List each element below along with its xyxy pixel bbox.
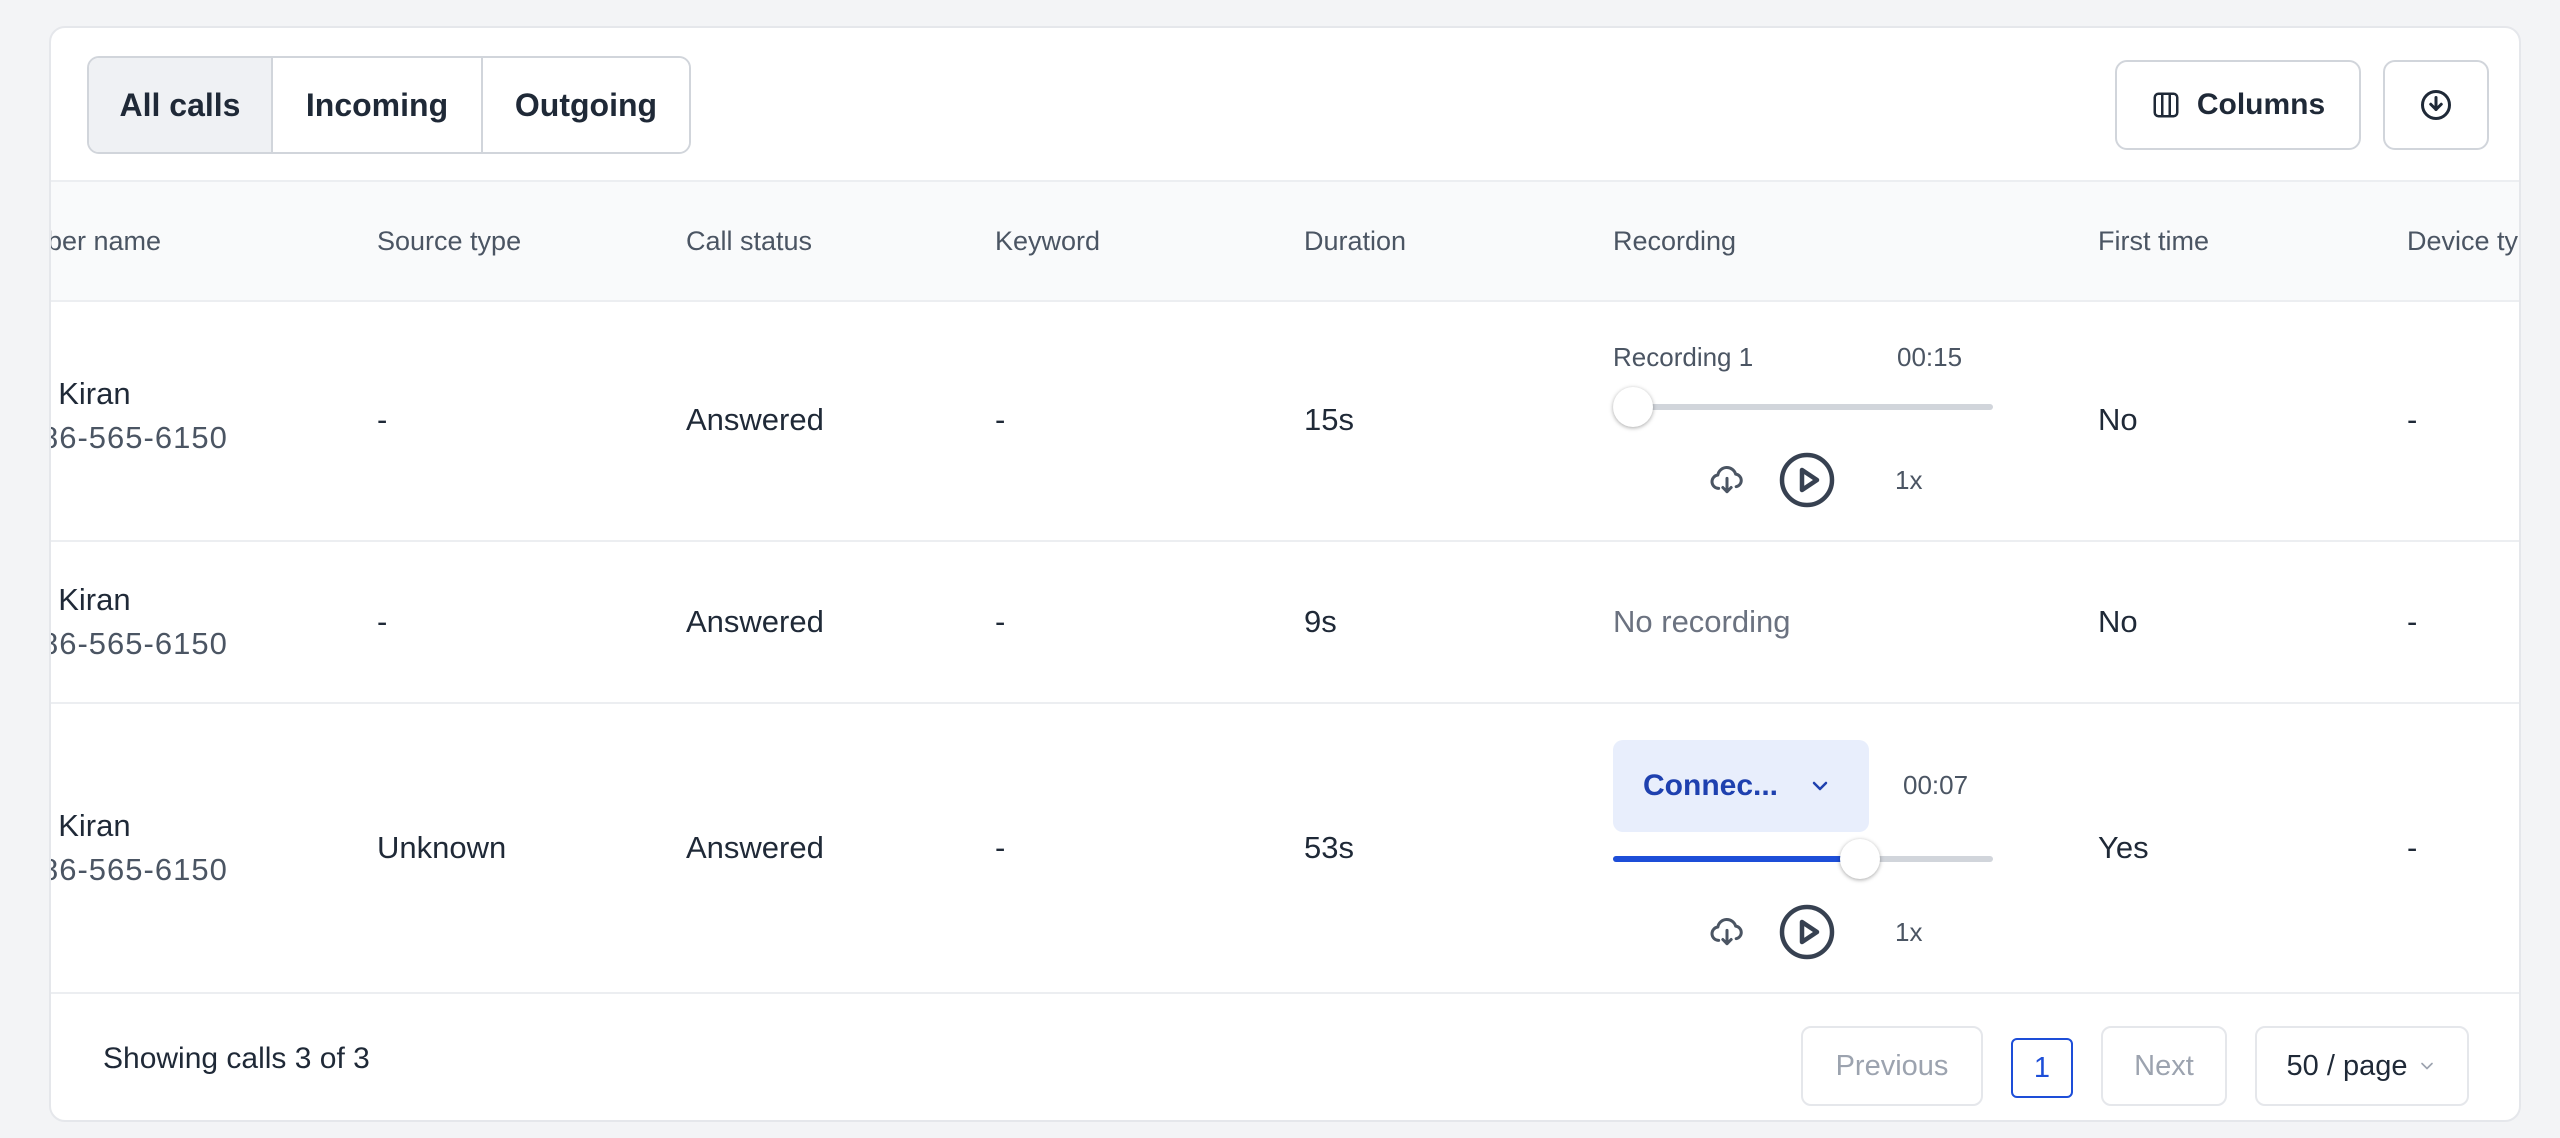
caller-cell: : Kiran 86-565-6150 [49, 578, 228, 666]
caller-phone: 86-565-6150 [49, 626, 228, 661]
calls-card: All calls Incoming Outgoing Columns ber … [49, 26, 2521, 1122]
playback-controls: 1x [1707, 902, 1922, 962]
page-number-button[interactable]: 1 [2011, 1038, 2073, 1098]
table-footer: Showing calls 3 of 3 Previous 1 Next 50 … [51, 994, 2519, 1120]
columns-button[interactable]: Columns [2115, 60, 2361, 150]
duration-cell: 9s [1304, 604, 1337, 639]
keyword-cell: - [995, 402, 1006, 437]
call-filter-tabs: All calls Incoming Outgoing [87, 56, 691, 154]
tab-outgoing[interactable]: Outgoing [483, 58, 689, 152]
keyword-cell: - [995, 604, 1006, 639]
recording-seek-bar[interactable] [1613, 839, 1993, 879]
device-type-cell: - [2407, 604, 2418, 639]
column-header-recording[interactable]: Recording [1613, 182, 1736, 300]
chevron-down-icon [2421, 1062, 2434, 1070]
call-status-cell: Answered [686, 604, 824, 639]
column-header-keyword[interactable]: Keyword [995, 182, 1100, 300]
recording-select-label: Connec... [1643, 769, 1779, 802]
results-count: Showing calls 3 of 3 [103, 1042, 370, 1075]
duration-cell: 53s [1304, 830, 1354, 865]
playback-speed[interactable]: 1x [1895, 917, 1922, 948]
device-type-cell: - [2407, 402, 2418, 437]
next-page-button[interactable]: Next [2101, 1026, 2227, 1106]
playback-controls: 1x [1707, 450, 1922, 510]
caller-name: : Kiran [49, 582, 131, 617]
download-icon [2421, 90, 2451, 120]
recording-select[interactable]: Connec... [1613, 740, 1869, 832]
source-type-cell: - [377, 402, 388, 437]
caller-cell: : Kiran 86-565-6150 [49, 372, 228, 460]
toolbar: All calls Incoming Outgoing Columns [51, 28, 2519, 180]
table-row[interactable]: : Kiran 86-565-6150 Unknown Answered - 5… [51, 704, 2519, 994]
source-type-cell: - [377, 604, 388, 639]
previous-page-button[interactable]: Previous [1801, 1026, 1983, 1106]
seek-bar-thumb[interactable] [1840, 839, 1880, 879]
columns-icon [2153, 92, 2179, 118]
caller-phone: 86-565-6150 [49, 852, 228, 887]
caller-phone: 86-565-6150 [49, 420, 228, 455]
page-size-label: 50 / page [2286, 1049, 2408, 1082]
caller-name: : Kiran [49, 808, 131, 843]
caller-name: : Kiran [49, 376, 131, 411]
column-header-source-type[interactable]: Source type [377, 182, 521, 300]
first-time-cell: No [2098, 402, 2138, 437]
chevron-down-icon [1812, 781, 1828, 791]
first-time-cell: Yes [2098, 830, 2149, 865]
column-header-device-type[interactable]: Device ty [2407, 182, 2518, 300]
download-button[interactable] [2383, 60, 2489, 150]
device-type-cell: - [2407, 830, 2418, 865]
table-row[interactable]: : Kiran 86-565-6150 - Answered - 15s Rec… [51, 302, 2519, 542]
seek-bar-fill [1613, 856, 1860, 862]
call-status-cell: Answered [686, 830, 824, 865]
source-type-cell: Unknown [377, 830, 507, 865]
table-header: ber name Source type Call status Keyword… [51, 180, 2519, 302]
call-status-cell: Answered [686, 402, 824, 437]
page-size-select[interactable]: 50 / page [2255, 1026, 2469, 1106]
cloud-download-icon[interactable] [1707, 460, 1747, 500]
tab-all-calls[interactable]: All calls [89, 58, 273, 152]
column-header-number-name[interactable]: ber name [51, 182, 161, 300]
recording-label: Recording 1 [1613, 342, 1754, 372]
cloud-download-icon[interactable] [1707, 912, 1747, 952]
table-row[interactable]: : Kiran 86-565-6150 - Answered - 9s No r… [51, 542, 2519, 704]
columns-label: Columns [2196, 88, 2326, 121]
caller-cell: : Kiran 86-565-6150 [49, 804, 228, 892]
tab-incoming[interactable]: Incoming [273, 58, 483, 152]
column-header-duration[interactable]: Duration [1304, 182, 1406, 300]
seek-bar-thumb[interactable] [1613, 387, 1653, 427]
duration-cell: 15s [1304, 402, 1354, 437]
no-recording-text: No recording [1613, 604, 1791, 639]
keyword-cell: - [995, 830, 1006, 865]
recording-seek-bar[interactable] [1613, 387, 1993, 427]
column-header-first-time[interactable]: First time [2098, 182, 2209, 300]
play-icon[interactable] [1777, 450, 1837, 510]
recording-time: 00:15 [1897, 342, 1963, 372]
recording-time: 00:07 [1903, 770, 1969, 800]
play-icon[interactable] [1777, 902, 1837, 962]
playback-speed[interactable]: 1x [1895, 465, 1922, 496]
column-header-call-status[interactable]: Call status [686, 182, 812, 300]
first-time-cell: No [2098, 604, 2138, 639]
